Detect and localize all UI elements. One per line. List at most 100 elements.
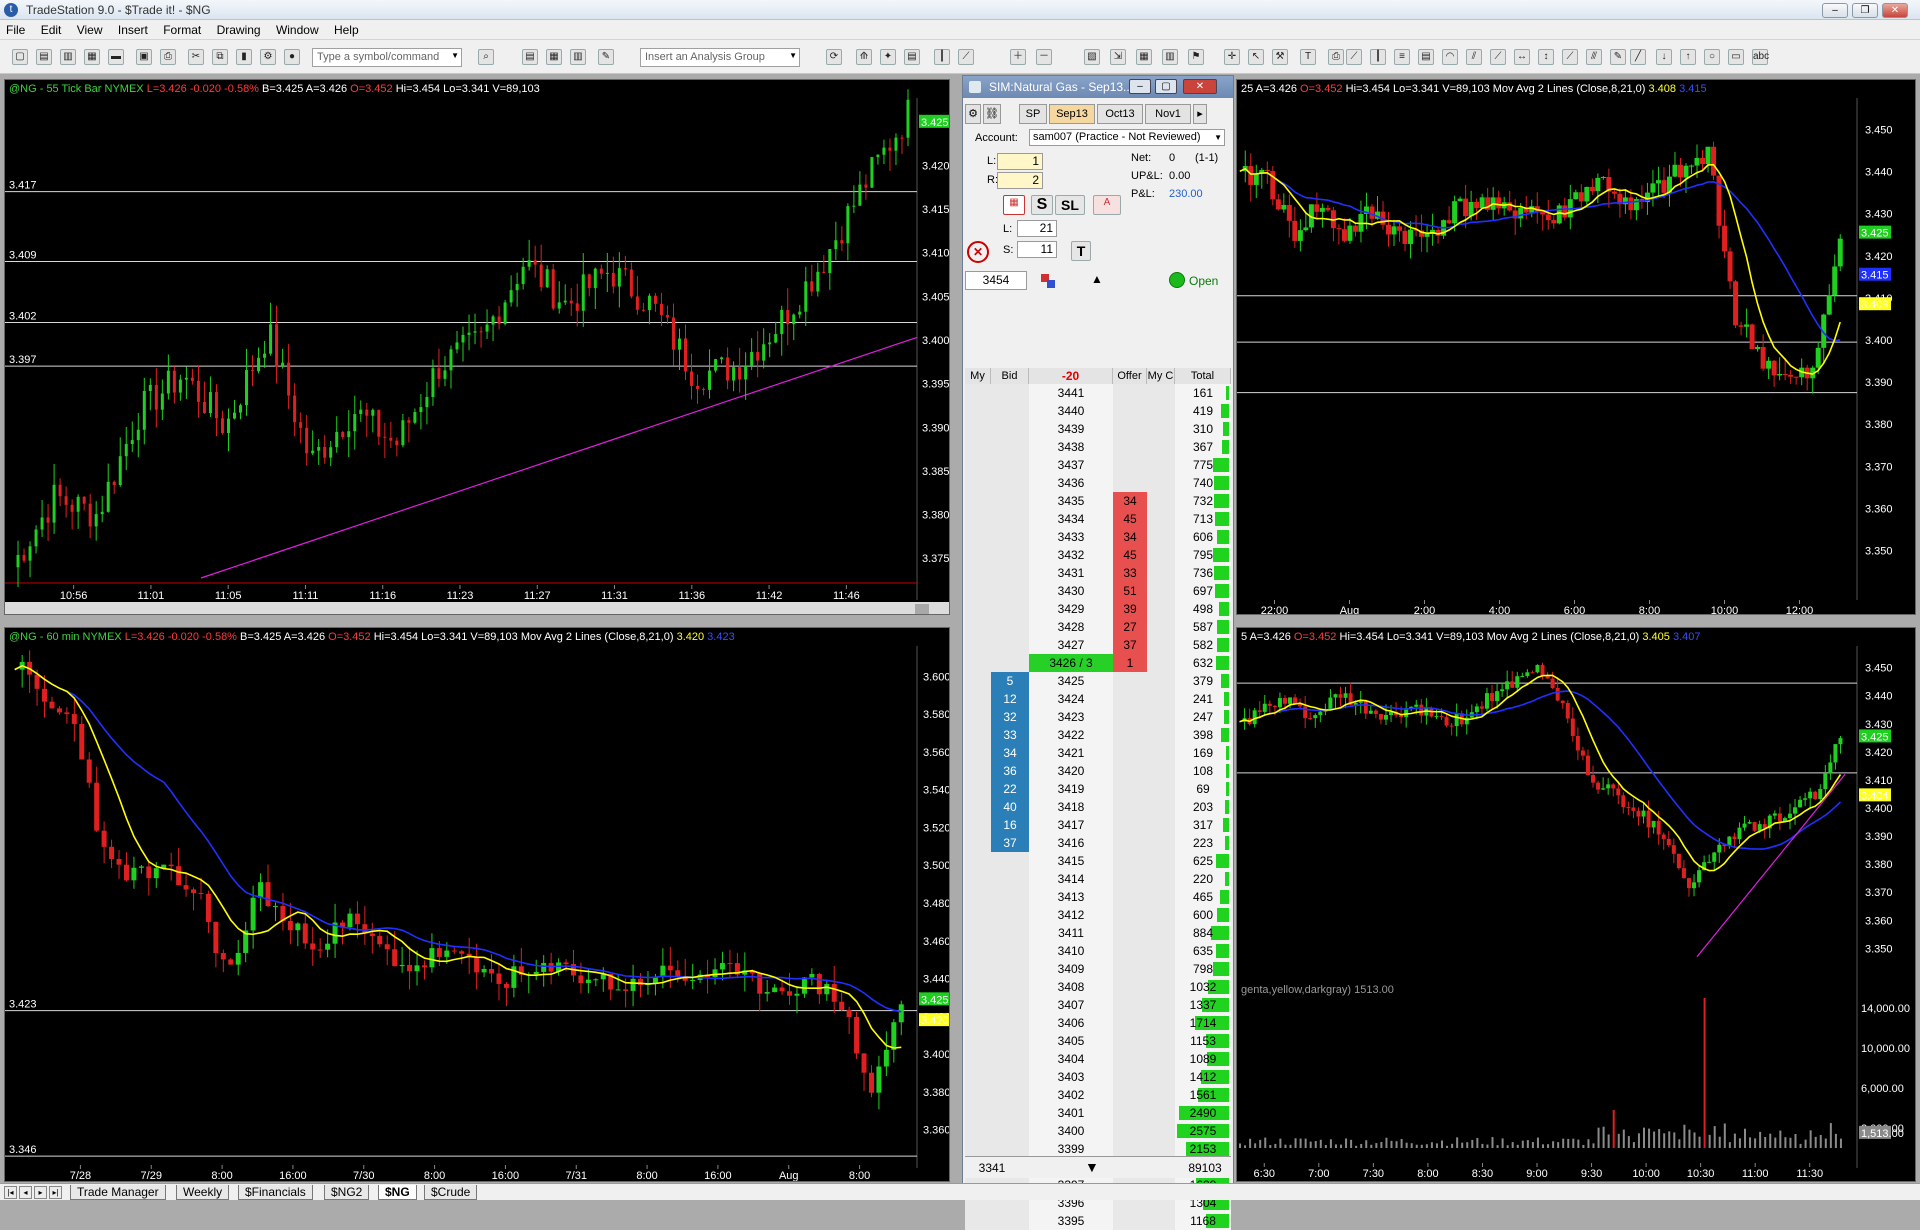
my-bid-cell[interactable] bbox=[965, 618, 991, 636]
ladder-row[interactable]: 3433 34 606 bbox=[965, 528, 1231, 546]
menu-view[interactable]: View bbox=[71, 20, 109, 37]
my-bid-cell[interactable] bbox=[965, 528, 991, 546]
bid-cell[interactable] bbox=[991, 1032, 1029, 1050]
price-cell[interactable]: 3405 bbox=[1029, 1032, 1113, 1050]
first-tab-icon[interactable]: |◂ bbox=[4, 1186, 17, 1199]
offer-cell[interactable] bbox=[1113, 672, 1147, 690]
ladder-row[interactable]: 3395 1168 bbox=[965, 1212, 1231, 1230]
total-cell[interactable]: 1153 bbox=[1175, 1032, 1231, 1050]
price-cell[interactable]: 3416 bbox=[1029, 834, 1113, 852]
workspace-tab-ng2[interactable]: $NG2 bbox=[324, 1185, 370, 1200]
bid-cell[interactable] bbox=[991, 474, 1029, 492]
bid-cell[interactable]: 22 bbox=[991, 780, 1029, 798]
bid-cell[interactable] bbox=[991, 510, 1029, 528]
total-cell[interactable]: 1714 bbox=[1175, 1014, 1231, 1032]
offer-cell[interactable] bbox=[1113, 1014, 1147, 1032]
bid-cell[interactable]: 5 bbox=[991, 672, 1029, 690]
offer-cell[interactable] bbox=[1113, 1032, 1147, 1050]
offer-cell[interactable] bbox=[1113, 906, 1147, 924]
offer-cell[interactable] bbox=[1113, 978, 1147, 996]
my-bid-cell[interactable] bbox=[965, 456, 991, 474]
my-bid-cell[interactable] bbox=[965, 960, 991, 978]
offer-cell[interactable] bbox=[1113, 870, 1147, 888]
offer-cell[interactable]: 37 bbox=[1113, 636, 1147, 654]
total-cell[interactable]: 203 bbox=[1175, 798, 1231, 816]
bid-cell[interactable] bbox=[991, 1212, 1029, 1230]
ladder-row[interactable]: 3407 1337 bbox=[965, 996, 1231, 1014]
total-cell[interactable]: 736 bbox=[1175, 564, 1231, 582]
next-tab-icon[interactable]: ▸ bbox=[34, 1186, 47, 1199]
menu-insert[interactable]: Insert bbox=[112, 20, 154, 37]
total-cell[interactable]: 600 bbox=[1175, 906, 1231, 924]
offer-cell[interactable] bbox=[1113, 1212, 1147, 1230]
total-cell[interactable]: 247 bbox=[1175, 708, 1231, 726]
my-bid-cell[interactable] bbox=[965, 510, 991, 528]
total-cell[interactable]: 465 bbox=[1175, 888, 1231, 906]
centering-icon[interactable] bbox=[1039, 272, 1059, 290]
chart-window-60min[interactable]: 3.423 3.346 3.600 3.580 3.560 3.540 3.520 3.500… bbox=[4, 627, 950, 1182]
price-cell[interactable]: 3433 bbox=[1029, 528, 1113, 546]
ladder-row[interactable]: 33 3422 398 bbox=[965, 726, 1231, 744]
ladder-row[interactable]: 3440 419 bbox=[965, 402, 1231, 420]
indicator-icon[interactable]: ⟰ bbox=[856, 49, 872, 65]
my-offer-cell[interactable] bbox=[1147, 600, 1175, 618]
ladder-row[interactable]: 3429 39 498 bbox=[965, 600, 1231, 618]
my-offer-cell[interactable] bbox=[1147, 420, 1175, 438]
workspace-tab-crude[interactable]: $Crude bbox=[424, 1185, 478, 1200]
fib-icon[interactable]: ▤ bbox=[1418, 49, 1434, 65]
my-bid-cell[interactable] bbox=[965, 1068, 991, 1086]
total-cell[interactable]: 1032 bbox=[1175, 978, 1231, 996]
scroll-down-icon[interactable]: ▼ bbox=[1085, 1159, 1099, 1175]
my-offer-cell[interactable] bbox=[1147, 1014, 1175, 1032]
ladder-row[interactable]: 3403 1412 bbox=[965, 1068, 1231, 1086]
tick-chart-canvas[interactable]: 3.417 3.409 3.402 3.397 3.420 3.415 3.410 3.405… bbox=[5, 80, 950, 615]
ladder-row[interactable]: 16 3417 317 bbox=[965, 816, 1231, 834]
offer-cell[interactable]: 34 bbox=[1113, 528, 1147, 546]
bid-cell[interactable] bbox=[991, 1122, 1029, 1140]
my-bid-cell[interactable] bbox=[965, 906, 991, 924]
my-offer-cell[interactable] bbox=[1147, 834, 1175, 852]
total-cell[interactable]: 220 bbox=[1175, 870, 1231, 888]
tab-nov13[interactable]: Nov1 bbox=[1145, 104, 1191, 124]
offer-cell[interactable] bbox=[1113, 474, 1147, 492]
total-cell[interactable]: 1561 bbox=[1175, 1086, 1231, 1104]
ladder-row[interactable]: 3427 37 582 bbox=[965, 636, 1231, 654]
rectangle-icon[interactable]: ▭ bbox=[1728, 49, 1744, 65]
ladder-row[interactable]: 3415 625 bbox=[965, 852, 1231, 870]
cursor-icon[interactable]: ↖ bbox=[1248, 49, 1264, 65]
limit-offset-input[interactable]: 1 bbox=[997, 153, 1043, 170]
workspace-tab-trade-manager[interactable]: Trade Manager bbox=[70, 1185, 166, 1200]
top-price-field[interactable]: 3454 bbox=[965, 271, 1027, 290]
print-icon[interactable]: ⎙ bbox=[160, 49, 176, 65]
ladder-row[interactable]: 32 3423 247 bbox=[965, 708, 1231, 726]
macro-icon[interactable]: ⚙ bbox=[260, 49, 276, 65]
ladder-row[interactable]: 3414 220 bbox=[965, 870, 1231, 888]
total-cell[interactable]: 1412 bbox=[1175, 1068, 1231, 1086]
ladder-row[interactable]: 3410 635 bbox=[965, 942, 1231, 960]
cut-icon[interactable]: ✂ bbox=[188, 49, 204, 65]
stop-limit-button[interactable]: SL bbox=[1055, 195, 1085, 215]
andrews-icon[interactable]: ⫻ bbox=[1586, 49, 1602, 65]
layout-icon[interactable]: ▤ bbox=[522, 49, 538, 65]
my-bid-cell[interactable] bbox=[965, 996, 991, 1014]
bid-cell[interactable] bbox=[991, 564, 1029, 582]
my-offer-cell[interactable] bbox=[1147, 816, 1175, 834]
save-icon[interactable]: ▥ bbox=[60, 49, 76, 65]
total-cell[interactable]: 635 bbox=[1175, 942, 1231, 960]
offer-cell[interactable] bbox=[1113, 726, 1147, 744]
minimize-button[interactable]: – bbox=[1822, 3, 1848, 18]
ladder-row[interactable]: 5 3425 379 bbox=[965, 672, 1231, 690]
price-cell[interactable]: 3411 bbox=[1029, 924, 1113, 942]
my-offer-cell[interactable] bbox=[1147, 474, 1175, 492]
text-label-icon[interactable]: abc bbox=[1752, 49, 1769, 65]
ladder-row[interactable]: 22 3419 69 bbox=[965, 780, 1231, 798]
ladder-row[interactable]: 3401 2490 bbox=[965, 1104, 1231, 1122]
my-bid-cell[interactable] bbox=[965, 798, 991, 816]
total-cell[interactable]: 379 bbox=[1175, 672, 1231, 690]
price-cell[interactable]: 3440 bbox=[1029, 402, 1113, 420]
price-cell[interactable]: 3432 bbox=[1029, 546, 1113, 564]
new-icon[interactable]: ▢ bbox=[12, 49, 28, 65]
total-cell[interactable]: 1168 bbox=[1175, 1212, 1231, 1230]
offer-cell[interactable]: 45 bbox=[1113, 510, 1147, 528]
long-qty-input[interactable]: 21 bbox=[1017, 220, 1057, 237]
